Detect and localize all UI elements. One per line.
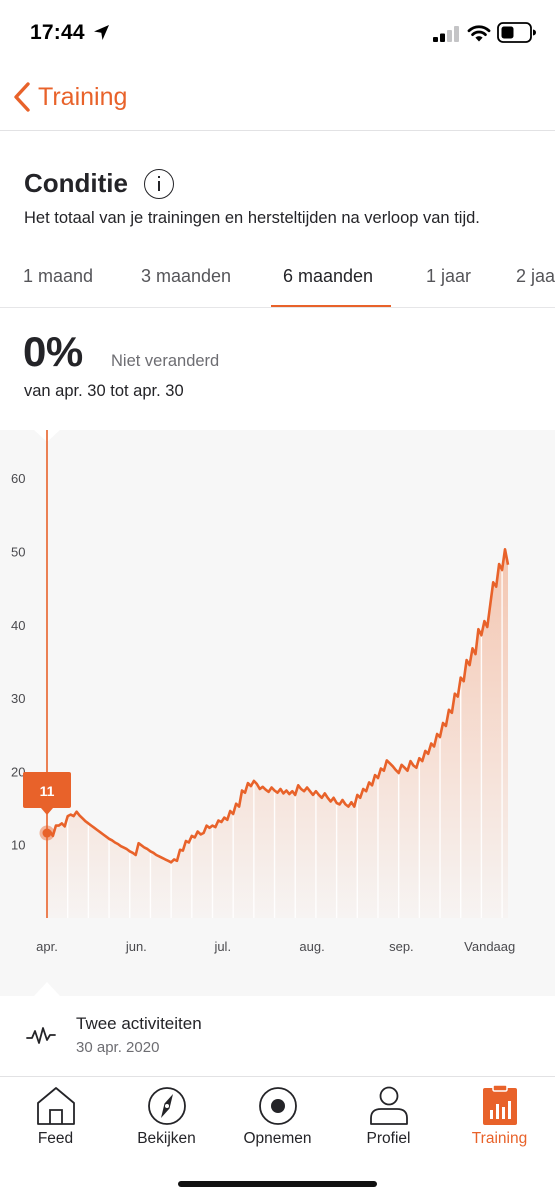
bottom-pointer-notch bbox=[34, 982, 60, 996]
x-tick-label: jun. bbox=[125, 939, 147, 954]
plot-area bbox=[46, 548, 510, 918]
active-tab-indicator bbox=[271, 305, 391, 307]
y-tick-label: 50 bbox=[11, 545, 25, 560]
location-arrow-icon bbox=[94, 25, 109, 40]
tab-1-month[interactable]: 1 maand bbox=[23, 266, 93, 287]
x-tick-label: aug. bbox=[299, 939, 324, 954]
tabbar-item-training[interactable]: Training bbox=[444, 1078, 555, 1158]
navigation-bar: Training bbox=[0, 66, 555, 131]
activity-title: Twee activiteiten bbox=[76, 1014, 202, 1033]
wifi-icon bbox=[467, 25, 491, 42]
fitness-date-range: van apr. 30 tot apr. 30 bbox=[24, 382, 184, 400]
person-icon bbox=[369, 1086, 408, 1125]
selection-value-text: 11 bbox=[40, 783, 55, 799]
y-tick-label: 60 bbox=[11, 471, 25, 486]
x-tick-label: sep. bbox=[389, 939, 414, 954]
status-time: 17:44 bbox=[30, 21, 85, 44]
fitness-chart[interactable]: 10 20 30 40 50 60 apr. jun. jul. aug. sep. Vandaag… bbox=[0, 430, 555, 996]
tab-6-months[interactable]: 6 maanden bbox=[283, 266, 373, 287]
y-tick-label: 30 bbox=[11, 691, 25, 706]
x-tick-label: Vandaag bbox=[464, 939, 515, 954]
fitness-change-value: 0% bbox=[23, 328, 83, 375]
fitness-area-fill bbox=[47, 549, 508, 918]
fitness-chart-svg[interactable]: 102030405060 apr. jun. jul. aug. sep. Vandaag… bbox=[0, 430, 555, 996]
home-indicator bbox=[178, 1181, 377, 1187]
record-icon bbox=[258, 1087, 297, 1125]
y-tick-label: 40 bbox=[11, 618, 25, 633]
training-chart-icon bbox=[482, 1084, 517, 1125]
x-axis: apr. jun. jul. aug. sep. Vandaag bbox=[36, 939, 515, 954]
tab-3-months[interactable]: 3 maanden bbox=[141, 266, 231, 287]
info-icon[interactable] bbox=[144, 168, 174, 199]
y-tick-label: 10 bbox=[11, 838, 25, 853]
tabbar-item-bekijken[interactable]: Bekijken bbox=[111, 1078, 222, 1158]
activity-date: 30 apr. 2020 bbox=[76, 1039, 160, 1056]
tabbar-label-feed: Feed bbox=[37, 1130, 74, 1147]
page-title: Conditie bbox=[24, 168, 128, 198]
selection-badge-pointer bbox=[41, 808, 53, 815]
selection-point bbox=[42, 828, 52, 838]
period-tabs: 1 maand 3 maanden 6 maanden 1 jaar 2 jaa… bbox=[0, 250, 555, 308]
tabbar-label-opnemen: Opnemen bbox=[243, 1130, 312, 1147]
page-heading: Conditie bbox=[24, 168, 174, 199]
status-bar: 17:44 bbox=[0, 0, 555, 66]
tabbar-label-bekijken: Bekijken bbox=[137, 1130, 196, 1147]
x-tick-label: jul. bbox=[213, 939, 231, 954]
chevron-left-icon bbox=[14, 82, 30, 112]
battery-icon bbox=[497, 22, 536, 43]
back-button[interactable]: Training bbox=[12, 79, 127, 115]
back-label: Training bbox=[38, 82, 128, 111]
x-tick-label: apr. bbox=[36, 939, 58, 954]
tab-1-year[interactable]: 1 jaar bbox=[426, 266, 471, 287]
tabbar-label-profiel: Profiel bbox=[366, 1130, 411, 1147]
signal-icon bbox=[433, 26, 459, 42]
home-icon bbox=[36, 1087, 75, 1125]
tabbar-item-profiel[interactable]: Profiel bbox=[333, 1078, 444, 1158]
tabbar-label-training: Training bbox=[471, 1130, 528, 1147]
tabbar-item-feed[interactable]: Feed bbox=[0, 1078, 111, 1158]
activity-pulse-icon bbox=[26, 1027, 56, 1044]
fitness-change-label: Niet veranderd bbox=[111, 352, 220, 370]
page-subtitle: Het totaal van je trainingen en herstelt… bbox=[24, 209, 480, 227]
compass-icon bbox=[147, 1087, 186, 1125]
tab-2-years[interactable]: 2 jaar bbox=[516, 266, 555, 287]
activity-summary-card[interactable]: Twee activiteiten 30 apr. 2020 bbox=[0, 996, 555, 1077]
tabbar-item-opnemen[interactable]: Opnemen bbox=[222, 1078, 333, 1158]
